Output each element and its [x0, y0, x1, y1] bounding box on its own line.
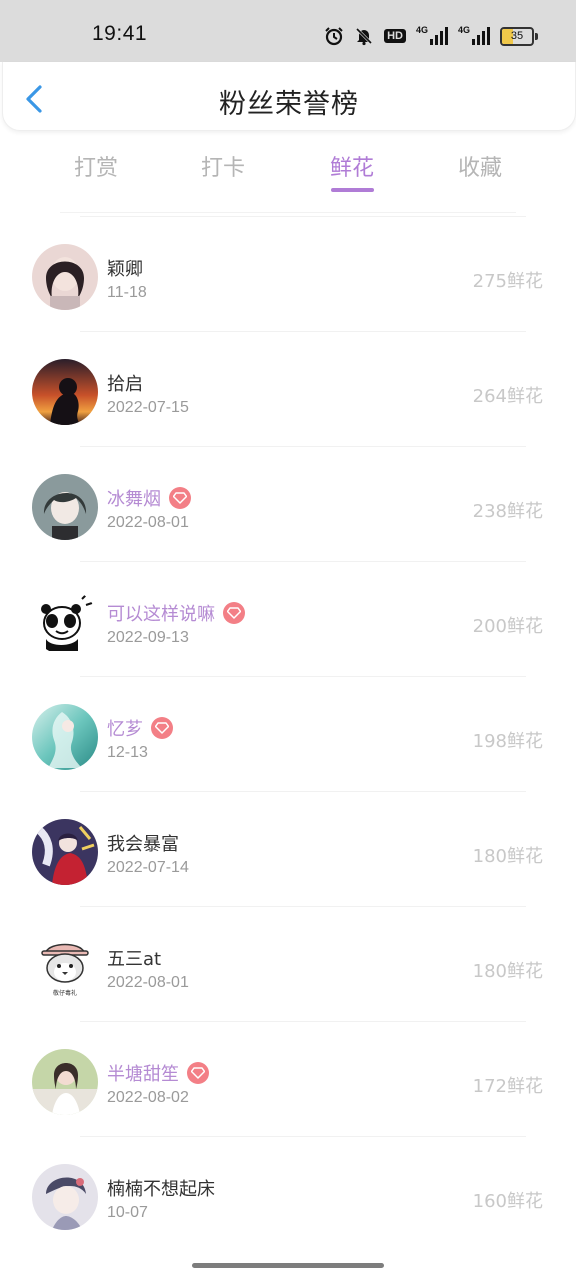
signal-label: 4G	[416, 25, 429, 35]
flower-count: 180鲜花	[472, 961, 543, 982]
fan-name: 可以这样说嘛	[107, 604, 215, 625]
avatar[interactable]	[32, 1049, 98, 1115]
tab-checkin[interactable]: 打卡	[173, 150, 273, 182]
fan-name: 拾启	[107, 374, 143, 395]
fan-date: 10-07	[107, 1204, 148, 1221]
divider	[80, 1136, 526, 1137]
fan-date: 12-13	[107, 744, 148, 761]
hd-icon: HD	[384, 29, 406, 43]
fan-date: 2022-09-13	[107, 629, 189, 646]
list-item[interactable]: 冰舞烟 2022-08-01 238鲜花	[0, 446, 576, 567]
vip-diamond-icon	[151, 717, 173, 739]
divider	[80, 906, 526, 907]
list-item[interactable]: 半塘甜笙 2022-08-02 172鲜花	[0, 1021, 576, 1142]
status-time: 19:41	[92, 22, 148, 45]
tab-reward[interactable]: 打赏	[46, 150, 146, 182]
fan-name: 颖卿	[107, 259, 143, 280]
status-bar: 19:41 HD 4G 4G 35	[0, 0, 576, 62]
battery-percent: 35	[510, 30, 524, 42]
list-item[interactable]: 颖卿 11-18 275鲜花	[0, 216, 576, 337]
avatar[interactable]	[32, 819, 98, 885]
fan-name: 忆芗	[107, 719, 143, 740]
header: 粉丝荣誉榜	[2, 62, 576, 131]
fan-date: 2022-08-01	[107, 514, 189, 531]
home-indicator[interactable]	[192, 1263, 384, 1268]
fan-date: 11-18	[107, 284, 147, 301]
fan-name: 楠楠不想起床	[107, 1179, 215, 1200]
tab-favorites[interactable]: 收藏	[430, 150, 530, 182]
fan-date: 2022-07-15	[107, 399, 189, 416]
list-item[interactable]: 楠楠不想起床 10-07 160鲜花	[0, 1136, 576, 1257]
vip-diamond-icon	[169, 487, 191, 509]
divider	[80, 331, 526, 332]
flower-count: 198鲜花	[472, 731, 543, 752]
fan-date: 2022-07-14	[107, 859, 189, 876]
bell-muted-icon	[354, 26, 374, 46]
avatar[interactable]	[32, 474, 98, 540]
alarm-icon	[324, 26, 344, 46]
list-item[interactable]: 拾启 2022-07-15 264鲜花	[0, 331, 576, 452]
divider	[80, 216, 526, 217]
fan-name: 五三at	[107, 949, 162, 970]
fan-name: 半塘甜笙	[107, 1064, 179, 1085]
flower-count: 172鲜花	[472, 1076, 543, 1097]
fan-name: 冰舞烟	[107, 489, 161, 510]
avatar[interactable]	[32, 244, 98, 310]
signal-icon: 4G	[416, 25, 448, 45]
flower-count: 275鲜花	[472, 271, 543, 292]
fan-date: 2022-08-02	[107, 1089, 189, 1106]
divider	[80, 676, 526, 677]
vip-diamond-icon	[187, 1062, 209, 1084]
fan-date: 2022-08-01	[107, 974, 189, 991]
divider	[80, 791, 526, 792]
battery-icon: 35	[500, 26, 538, 46]
flower-count: 180鲜花	[472, 846, 543, 867]
list-item[interactable]: 敬仔毒礼 五三at 2022-08-01 180鲜花	[0, 906, 576, 1027]
fan-name: 我会暴富	[107, 834, 179, 855]
flower-count: 264鲜花	[472, 386, 543, 407]
status-icons: HD 4G 4G 35	[324, 24, 538, 48]
divider	[80, 561, 526, 562]
signal-label: 4G	[458, 25, 471, 35]
list-item[interactable]: 我会暴富 2022-07-14 180鲜花	[0, 791, 576, 912]
avatar[interactable]	[32, 704, 98, 770]
avatar[interactable]	[32, 359, 98, 425]
tabs-divider	[60, 212, 516, 213]
divider	[80, 446, 526, 447]
vip-diamond-icon	[223, 602, 245, 624]
divider	[80, 1021, 526, 1022]
tab-flowers[interactable]: 鲜花	[302, 150, 402, 182]
signal-icon: 4G	[458, 25, 490, 45]
svg-text:敬仔毒礼: 敬仔毒礼	[53, 989, 77, 997]
active-tab-indicator	[331, 188, 374, 192]
tab-bar: 打赏 打卡 鲜花 收藏	[0, 140, 576, 200]
avatar[interactable]	[32, 1164, 98, 1230]
page-title: 粉丝荣誉榜	[219, 89, 359, 120]
list-item[interactable]: 可以这样说嘛 2022-09-13 200鲜花	[0, 561, 576, 682]
avatar[interactable]	[32, 589, 98, 655]
flower-count: 160鲜花	[472, 1191, 543, 1212]
avatar[interactable]: 敬仔毒礼	[32, 934, 98, 1000]
flower-count: 200鲜花	[472, 616, 543, 637]
list-item[interactable]: 忆芗 12-13 198鲜花	[0, 676, 576, 797]
flower-count: 238鲜花	[472, 501, 543, 522]
